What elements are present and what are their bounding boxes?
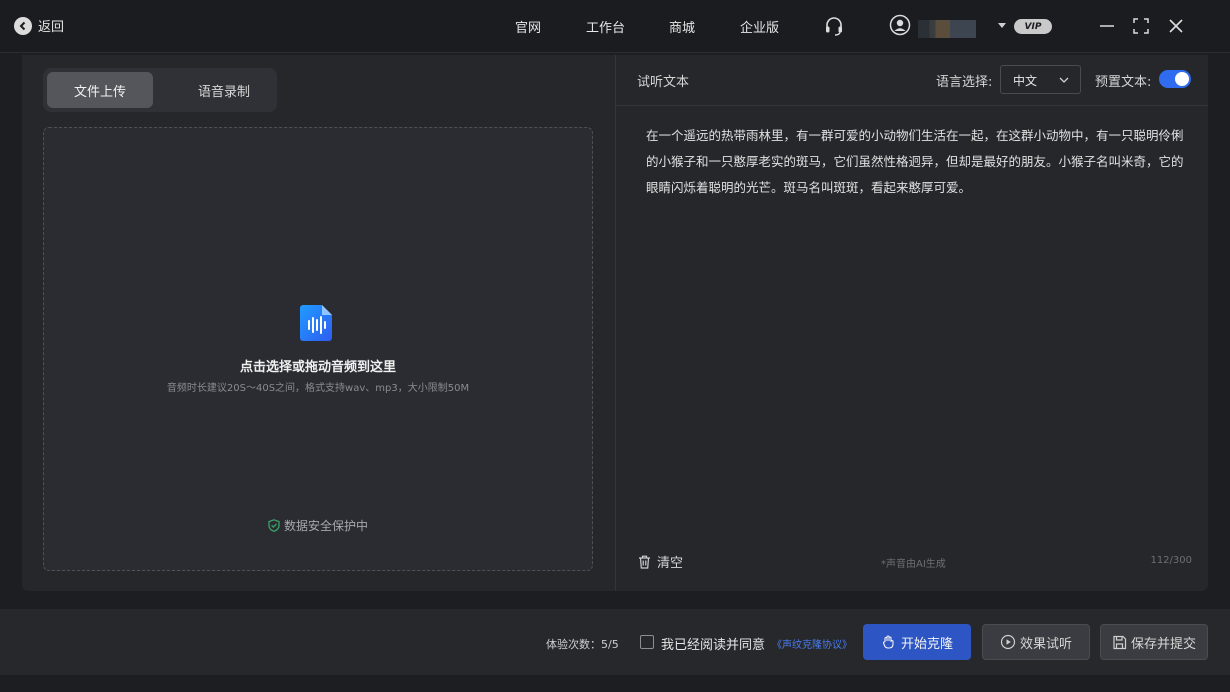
- user-icon[interactable]: [889, 14, 911, 36]
- hand-icon: [882, 635, 894, 649]
- save-submit-button[interactable]: 保存并提交: [1100, 624, 1208, 660]
- agreement-link[interactable]: 《声纹克隆协议》: [772, 636, 852, 651]
- agree-checkbox[interactable]: [640, 635, 654, 649]
- close-icon[interactable]: [1166, 16, 1186, 36]
- upload-panel: 文件上传 语音录制 点击选择或拖动音频到这里 音频时长建议20S～40S之间，格…: [22, 55, 615, 591]
- nav-official-site[interactable]: 官网: [515, 17, 541, 36]
- user-name-redacted: [918, 20, 976, 38]
- play-icon: [1000, 634, 1016, 650]
- trial-count: 体验次数：5/5: [546, 638, 619, 651]
- chevron-down-icon: [1059, 77, 1069, 83]
- audio-dropzone[interactable]: 点击选择或拖动音频到这里 音频时长建议20S～40S之间，格式支持wav、mp3…: [43, 127, 593, 571]
- tab-file-upload[interactable]: 文件上传: [47, 72, 153, 108]
- bottom-bar: 体验次数：5/5 我已经阅读并同意 《声纹克隆协议》 开始克隆 效果试听 保存并…: [0, 609, 1230, 675]
- back-arrow-icon: [14, 16, 32, 35]
- vip-badge: VIP: [1014, 19, 1052, 34]
- clear-button[interactable]: 清空: [638, 552, 683, 571]
- preview-effect-label: 效果试听: [1019, 636, 1072, 652]
- nav-enterprise[interactable]: 企业版: [740, 17, 779, 36]
- start-clone-button[interactable]: 开始克隆: [863, 624, 971, 660]
- minimize-icon[interactable]: [1097, 16, 1117, 36]
- save-icon: [1113, 635, 1127, 649]
- preset-text-label: 预置文本:: [1095, 75, 1152, 90]
- title-bar: 返回 官网 工作台 商城 企业版 VIP: [0, 0, 1230, 53]
- trash-icon: [639, 555, 650, 569]
- dropzone-title: 点击选择或拖动音频到这里: [239, 360, 396, 375]
- nav-workbench[interactable]: 工作台: [586, 17, 625, 36]
- language-label: 语言选择:: [936, 75, 993, 90]
- language-select[interactable]: 中文: [1000, 65, 1081, 94]
- nav-store[interactable]: 商城: [669, 17, 695, 36]
- back-button[interactable]: 返回: [14, 16, 64, 35]
- mode-tabs: 文件上传 语音录制: [43, 68, 277, 112]
- agree-text: 我已经阅读并同意: [661, 638, 766, 653]
- caret-down-icon[interactable]: [998, 23, 1006, 28]
- dropzone-hint: 音频时长建议20S～40S之间，格式支持wav、mp3，大小限制50M: [166, 383, 470, 394]
- toggle-knob: [1175, 72, 1189, 86]
- ai-generated-note: *声音由AI生成: [881, 559, 946, 570]
- security-note: 数据安全保护中: [44, 517, 592, 534]
- bottom-strip: [0, 675, 1230, 692]
- preview-effect-button[interactable]: 效果试听: [982, 624, 1090, 660]
- text-panel: 试听文本 语言选择: 中文 预置文本: 在一个遥远的热带雨林里，有一群可爱的小动…: [616, 55, 1208, 591]
- preset-text-toggle[interactable]: [1159, 70, 1191, 88]
- main-card: 文件上传 语音录制 点击选择或拖动音频到这里 音频时长建议20S～40S之间，格…: [22, 55, 1208, 591]
- security-note-label: 数据安全保护中: [283, 519, 368, 533]
- save-submit-label: 保存并提交: [1130, 636, 1196, 652]
- audio-file-icon: [300, 305, 332, 341]
- language-value: 中文: [1013, 74, 1038, 88]
- maximize-icon[interactable]: [1131, 16, 1151, 36]
- back-label: 返回: [38, 20, 65, 35]
- start-clone-label: 开始克隆: [900, 636, 953, 652]
- text-panel-header: 试听文本 语言选择: 中文 预置文本:: [616, 55, 1208, 106]
- headset-icon[interactable]: [823, 15, 845, 37]
- clear-label: 清空: [657, 556, 684, 571]
- char-counter: 112/300: [1150, 555, 1192, 566]
- text-panel-title: 试听文本: [637, 75, 690, 90]
- preview-text[interactable]: 在一个遥远的热带雨林里，有一群可爱的小动物们生活在一起，在这群小动物中，有一只聪…: [646, 123, 1186, 201]
- shield-icon: [268, 519, 280, 532]
- tab-voice-record[interactable]: 语音录制: [171, 72, 277, 108]
